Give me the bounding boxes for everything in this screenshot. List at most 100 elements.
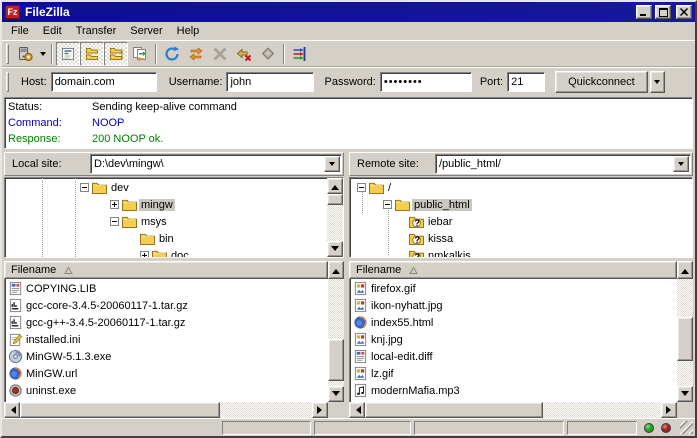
tree-item-publichtml[interactable]: public_html	[350, 196, 692, 213]
toggle-transfer-queue-button[interactable]	[128, 42, 152, 66]
tree-item-doc[interactable]: doc	[5, 247, 327, 257]
menu-file[interactable]: File	[4, 23, 36, 39]
tree-item-dev[interactable]: dev	[5, 179, 327, 196]
tree-item-[interactable]: /	[350, 179, 692, 196]
site-manager-dropdown-button[interactable]	[37, 42, 48, 66]
host-input[interactable]	[51, 72, 157, 92]
scrollbar-corner	[328, 402, 344, 418]
menu-transfer[interactable]: Transfer	[69, 23, 124, 39]
scroll-down-button[interactable]	[327, 241, 343, 257]
tree-item-msys[interactable]: msys	[5, 213, 327, 230]
tree-item-mingw[interactable]: mingw	[5, 196, 327, 213]
toolbar-grip[interactable]	[6, 44, 9, 64]
toggle-local-tree-button[interactable]	[80, 42, 104, 66]
local-filename-header[interactable]: Filename	[4, 261, 328, 279]
quickconnect-button[interactable]: Quickconnect	[555, 71, 648, 93]
scroll-up-button[interactable]	[328, 261, 344, 279]
toggle-remote-tree-button[interactable]	[104, 42, 128, 66]
quickconnect-grip[interactable]	[6, 72, 9, 92]
scroll-track[interactable]	[328, 279, 344, 386]
cancel-operation-button[interactable]	[208, 42, 232, 66]
collapse-icon[interactable]	[357, 183, 366, 192]
username-input[interactable]	[226, 72, 314, 92]
reconnect-button[interactable]	[256, 42, 280, 66]
scroll-right-button[interactable]	[312, 402, 328, 418]
tree-item-bin[interactable]: bin	[5, 230, 327, 247]
file-name: local-edit.diff	[371, 351, 433, 363]
maximize-button[interactable]	[655, 5, 671, 19]
expand-icon[interactable]	[110, 200, 119, 209]
file-row[interactable]: local-edit.diff	[350, 348, 677, 365]
minimize-button[interactable]	[636, 5, 652, 19]
tree-item-kissa[interactable]: ?kissa	[350, 230, 692, 247]
file-row[interactable]: ikon-nyhatt.jpg	[350, 297, 677, 314]
remote-tree-box: /public_html?iebar?kissa?nmkalkis	[349, 177, 693, 258]
scroll-track[interactable]	[327, 194, 343, 241]
refresh-button[interactable]	[160, 42, 184, 66]
file-row[interactable]: uninst.exe	[5, 382, 328, 399]
log-line-label: Status:	[8, 99, 92, 115]
resize-grip[interactable]	[680, 421, 693, 434]
port-input[interactable]	[507, 72, 545, 92]
menu-server[interactable]: Server	[123, 23, 169, 39]
maximize-icon	[659, 8, 668, 17]
filezilla-logo-icon: Fz	[5, 5, 20, 19]
tree-item-nmkalkis[interactable]: ?nmkalkis	[350, 247, 692, 257]
file-row[interactable]: lz.gif	[350, 365, 677, 382]
toggle-message-log-button[interactable]	[56, 42, 80, 66]
log-line-text: NOOP	[92, 115, 124, 131]
file-row[interactable]: gcc-core-3.4.5-20060117-1.tar.gz	[5, 297, 328, 314]
scroll-down-button[interactable]	[677, 386, 693, 402]
scroll-left-button[interactable]	[349, 402, 365, 418]
scroll-track[interactable]	[20, 402, 312, 418]
file-row[interactable]: knj.jpg	[350, 331, 677, 348]
file-row[interactable]: MinGW.url	[5, 365, 328, 382]
collapse-icon[interactable]	[383, 200, 392, 209]
local-pane: Local site: D:\dev\mingw\ devmingwmsysbi…	[4, 152, 344, 418]
remote-site-combobox[interactable]: /public_html/	[435, 154, 691, 174]
expand-icon[interactable]	[140, 251, 149, 257]
file-row[interactable]: gcc-g++-3.4.5-20060117-1.tar.gz	[5, 314, 328, 331]
scroll-track[interactable]	[365, 402, 661, 418]
scroll-thumb[interactable]	[20, 402, 220, 418]
scroll-up-button[interactable]	[677, 261, 693, 279]
scroll-right-button[interactable]	[661, 402, 677, 418]
menu-help[interactable]: Help	[170, 23, 207, 39]
collapse-icon[interactable]	[110, 217, 119, 226]
local-site-combobox[interactable]: D:\dev\mingw\	[90, 154, 342, 174]
remote-filename-header[interactable]: Filename	[349, 261, 677, 279]
file-row[interactable]: firefox.gif	[350, 280, 677, 297]
scroll-left-button[interactable]	[4, 402, 20, 418]
scroll-thumb[interactable]	[677, 317, 693, 361]
connection-led-green	[644, 423, 654, 433]
file-row[interactable]: COPYING.LIB	[5, 280, 328, 297]
scroll-thumb[interactable]	[327, 194, 343, 205]
disconnect-button[interactable]	[232, 42, 256, 66]
scroll-thumb[interactable]	[365, 402, 543, 418]
process-queue-button[interactable]	[184, 42, 208, 66]
menu-edit[interactable]: Edit	[36, 23, 69, 39]
local-site-dropdown-button[interactable]	[324, 156, 340, 172]
scroll-thumb[interactable]	[328, 339, 344, 381]
arrow-up-icon	[681, 265, 689, 274]
file-row[interactable]: index55.html	[350, 314, 677, 331]
file-row[interactable]: MinGW-5.1.3.exe	[5, 348, 328, 365]
site-manager-button[interactable]	[13, 42, 37, 66]
toolbar-separator	[283, 44, 285, 64]
local-vscrollbar	[328, 261, 344, 418]
scroll-down-button[interactable]	[328, 386, 344, 402]
filter-button[interactable]	[288, 42, 312, 66]
scroll-track[interactable]	[677, 279, 693, 386]
disconnect-icon	[236, 46, 252, 62]
collapse-icon[interactable]	[80, 183, 89, 192]
remote-vscrollbar	[677, 261, 693, 418]
close-button[interactable]	[676, 5, 692, 19]
file-row[interactable]: installed.ini	[5, 331, 328, 348]
file-name: COPYING.LIB	[26, 283, 96, 295]
password-input[interactable]	[380, 72, 472, 92]
tree-item-iebar[interactable]: ?iebar	[350, 213, 692, 230]
remote-site-dropdown-button[interactable]	[673, 156, 689, 172]
scroll-up-button[interactable]	[327, 178, 343, 194]
quickconnect-dropdown-button[interactable]	[650, 71, 665, 93]
file-row[interactable]: modernMafia.mp3	[350, 382, 677, 399]
